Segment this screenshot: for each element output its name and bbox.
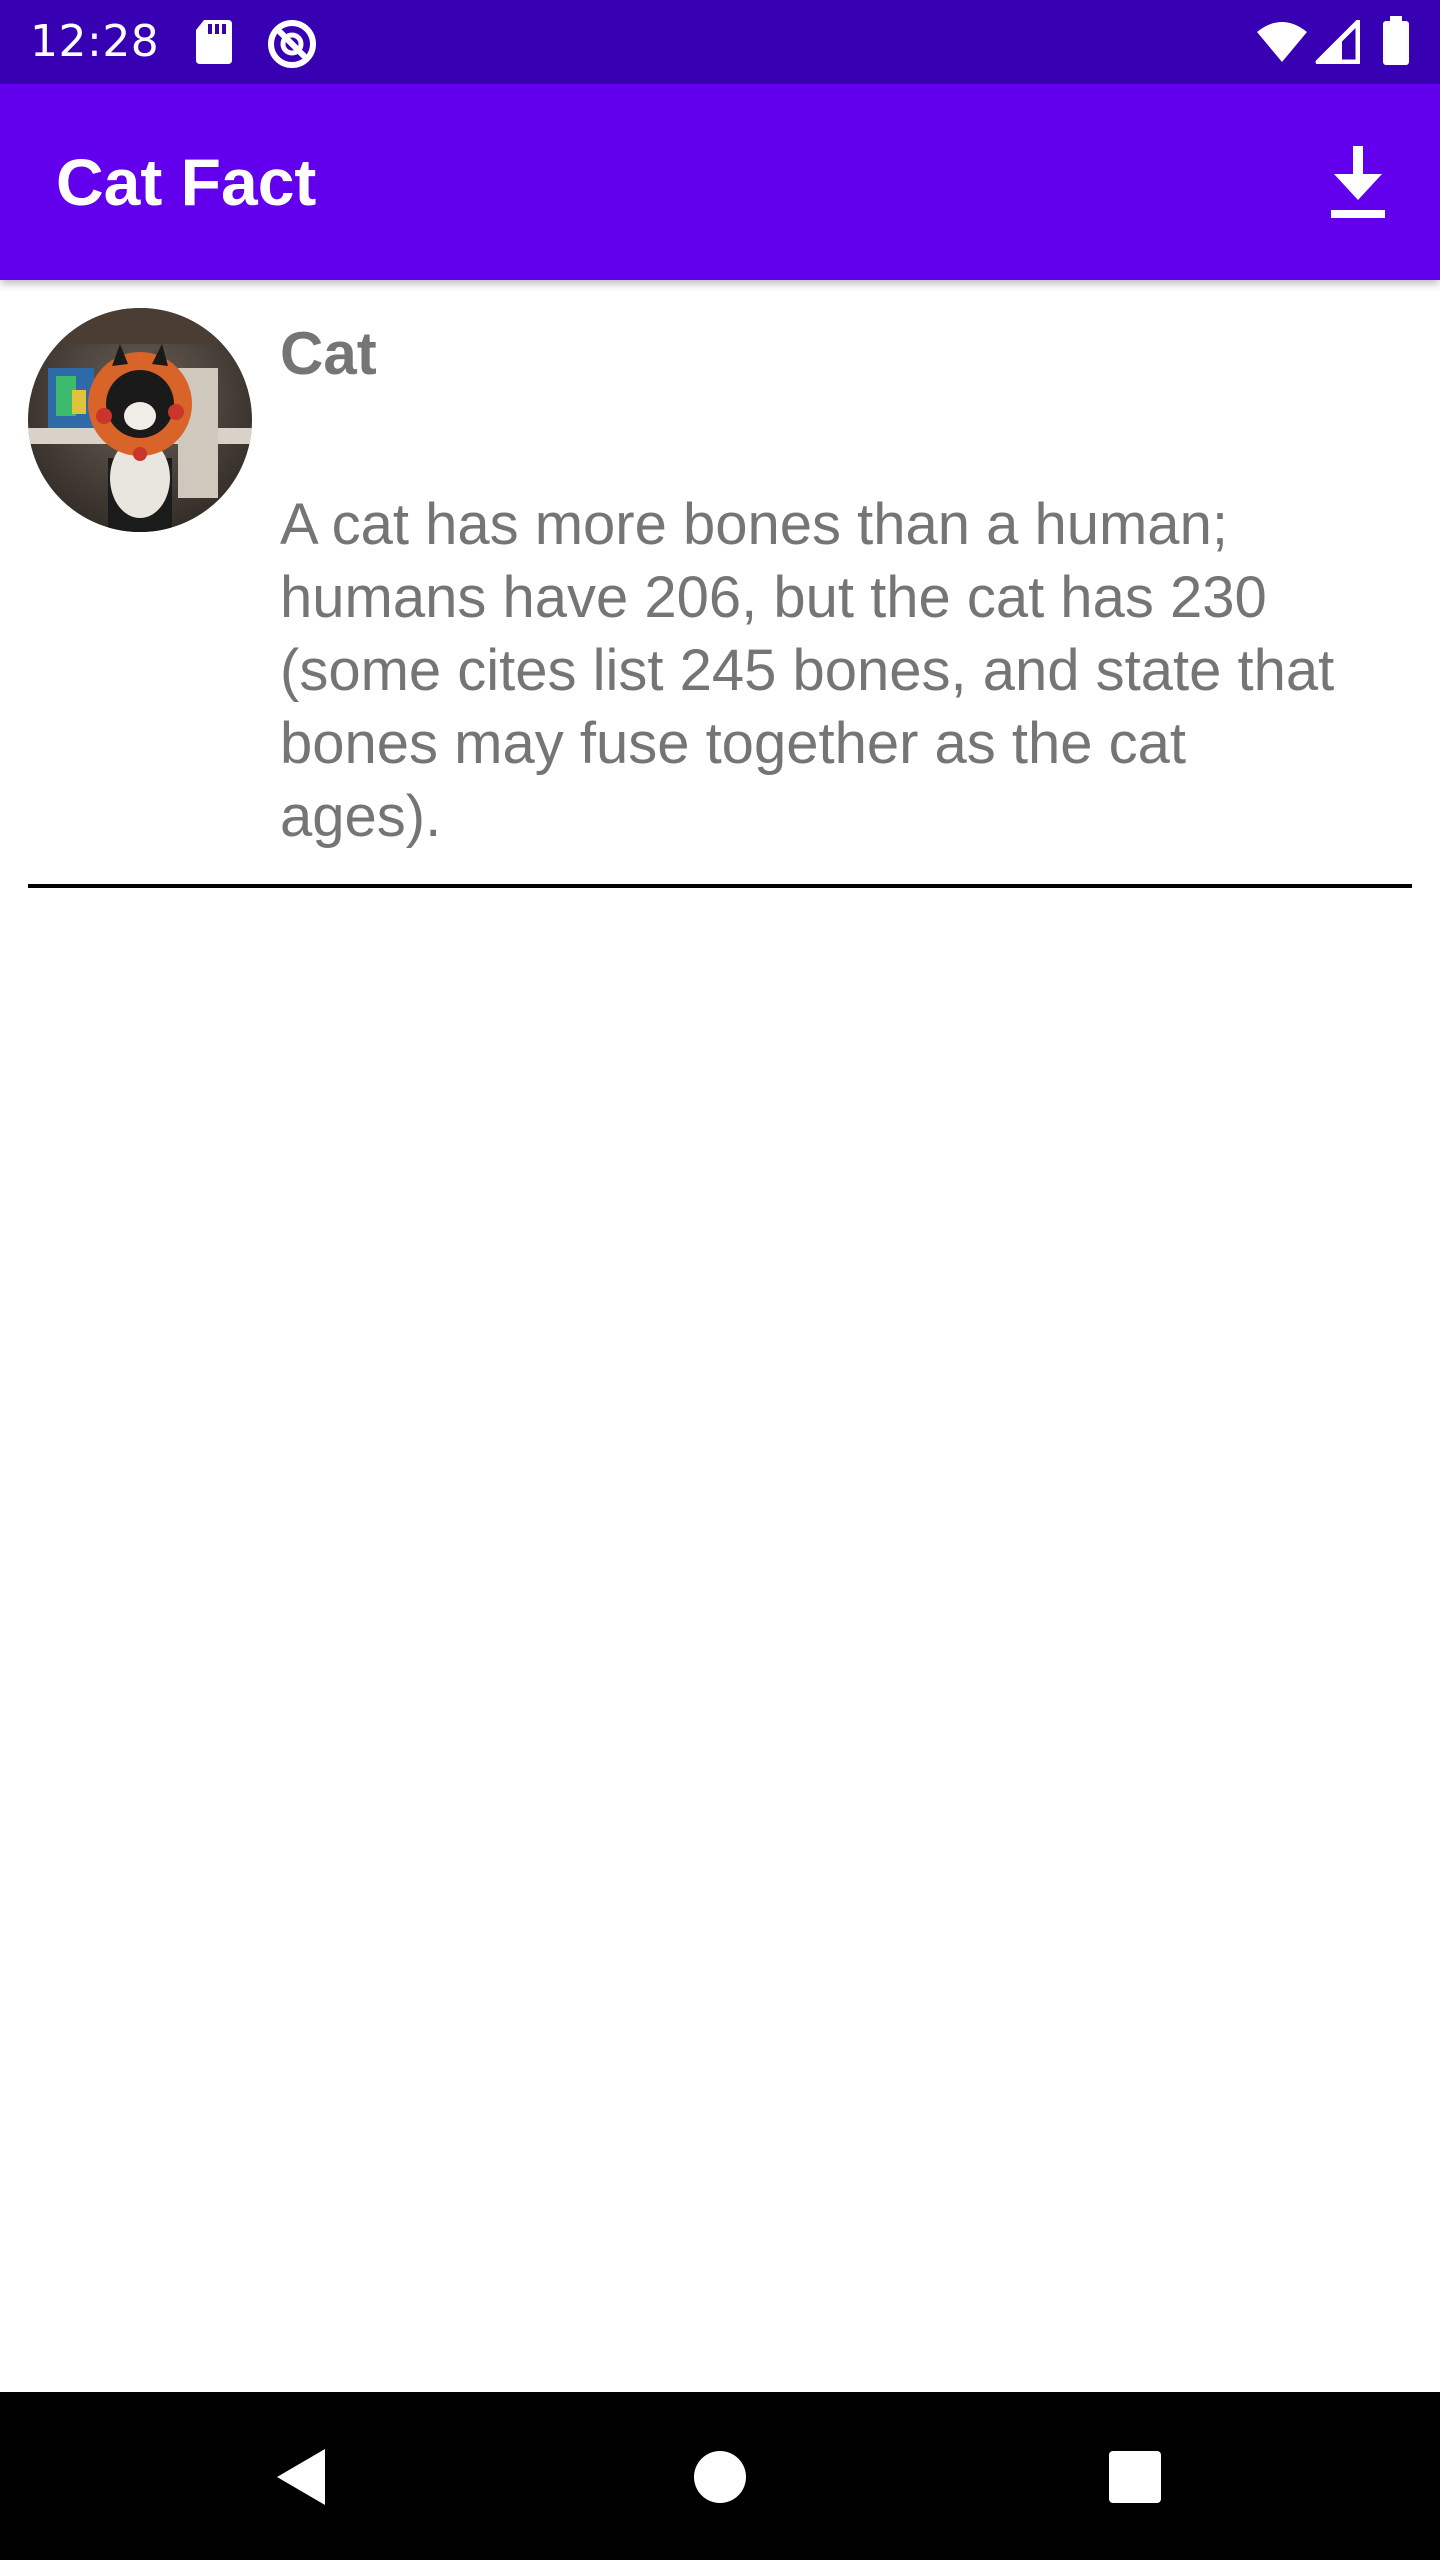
cell-signal-icon [1315, 20, 1360, 64]
app-bar: Cat Fact [0, 84, 1440, 280]
item-body: A cat has more bones than a human; human… [280, 492, 1335, 849]
back-icon [277, 2449, 325, 2505]
cat-avatar [28, 308, 252, 532]
recents-icon [1109, 2451, 1161, 2503]
back-button[interactable] [256, 2432, 346, 2522]
cat-photo [28, 308, 252, 532]
status-bar: 12:28 [0, 0, 1440, 84]
download-icon [1331, 146, 1385, 218]
wifi-icon [1257, 22, 1307, 62]
sd-card-icon [196, 20, 232, 64]
sync-disabled-icon [268, 20, 316, 68]
status-time: 12:28 [30, 16, 160, 67]
download-button[interactable] [1310, 134, 1406, 230]
home-button[interactable] [675, 2432, 765, 2522]
list-item[interactable]: Cat A cat has more bones than a human; h… [0, 280, 1440, 890]
item-title: Cat [280, 320, 377, 387]
navigation-bar [0, 2392, 1440, 2560]
battery-icon [1383, 16, 1409, 65]
divider [28, 884, 1412, 888]
home-icon [694, 2451, 746, 2503]
app-title: Cat Fact [56, 145, 317, 219]
recents-button[interactable] [1090, 2432, 1180, 2522]
